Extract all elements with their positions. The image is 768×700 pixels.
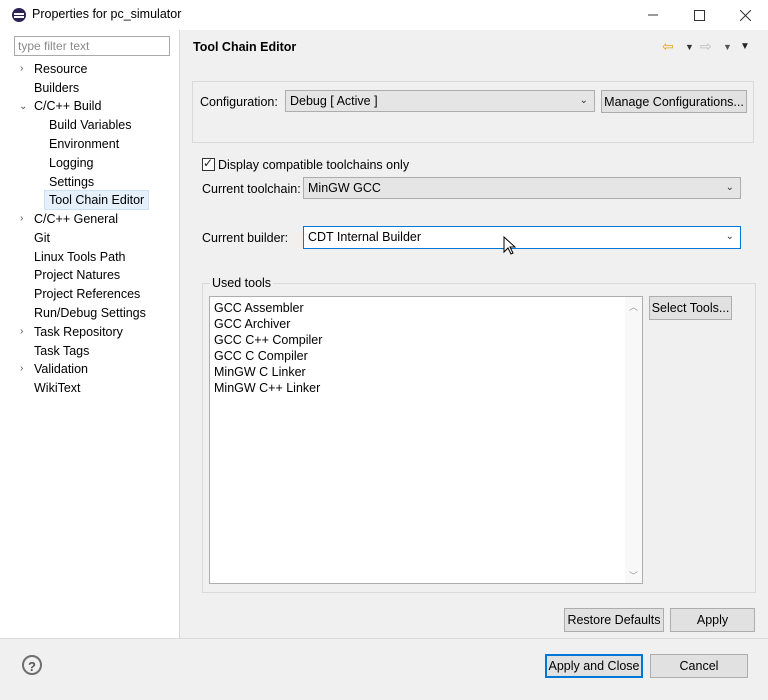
restore-defaults-button[interactable]: Restore Defaults [564, 608, 664, 632]
current-toolchain-select[interactable]: MinGW GCC ⌄ [303, 177, 741, 199]
current-toolchain-label: Current toolchain: [202, 182, 301, 196]
compatible-toolchains-checkbox[interactable] [202, 156, 215, 171]
dropdown-icon[interactable]: ▼ [723, 42, 732, 52]
list-item[interactable]: GCC Assembler [214, 300, 304, 316]
list-item[interactable]: MinGW C++ Linker [214, 380, 320, 396]
chevron-down-icon: ⌄ [579, 95, 588, 106]
apply-and-close-button[interactable]: Apply and Close [545, 654, 643, 678]
filter-input[interactable] [14, 36, 170, 56]
tree-item-validation[interactable]: Validation [34, 360, 88, 378]
page-title: Tool Chain Editor [193, 40, 297, 54]
select-tools-button[interactable]: Select Tools... [649, 296, 732, 320]
configuration-select[interactable]: Debug [ Active ] ⌄ [285, 90, 595, 112]
tree-item-builders[interactable]: Builders [34, 79, 79, 97]
tree-item-task-tags[interactable]: Task Tags [34, 342, 89, 360]
close-icon[interactable] [722, 0, 768, 30]
tree-item-project-references[interactable]: Project References [34, 285, 140, 303]
tree-item-environment[interactable]: Environment [49, 135, 119, 153]
window-title: Properties for pc_simulator [32, 7, 182, 21]
tree-item-task-repository[interactable]: Task Repository [34, 323, 123, 341]
tree-item-linux-tools-path[interactable]: Linux Tools Path [34, 248, 126, 266]
tree-item-project-natures[interactable]: Project Natures [34, 266, 120, 284]
tree-item-settings[interactable]: Settings [49, 173, 94, 191]
current-builder-select[interactable]: CDT Internal Builder ⌄ [303, 226, 741, 249]
tree-item-build-variables[interactable]: Build Variables [49, 116, 131, 134]
current-builder-label: Current builder: [202, 231, 289, 245]
tree-item-run-debug-settings[interactable]: Run/Debug Settings [34, 304, 146, 322]
configuration-label: Configuration: [200, 95, 278, 109]
configuration-value: Debug [ Active ] [290, 94, 378, 108]
current-builder-value: CDT Internal Builder [308, 230, 422, 244]
mouse-cursor-icon [503, 236, 517, 255]
view-menu-icon[interactable]: ▼ [740, 41, 750, 52]
tree-item-logging[interactable]: Logging [49, 154, 94, 172]
tree-item-cpp-build[interactable]: C/C++ Build [34, 97, 101, 115]
list-item[interactable]: GCC C++ Compiler [214, 332, 322, 348]
scroll-up-icon[interactable]: ︿ [629, 300, 638, 313]
eclipse-app-icon [12, 8, 26, 22]
current-toolchain-value: MinGW GCC [308, 181, 381, 195]
chevron-right-icon[interactable]: › [20, 364, 28, 374]
chevron-right-icon[interactable]: › [20, 327, 28, 337]
list-item[interactable]: GCC Archiver [214, 316, 290, 332]
used-tools-list[interactable]: GCC Assembler GCC Archiver GCC C++ Compi… [209, 296, 643, 584]
chevron-down-icon: ⌄ [725, 182, 734, 193]
dropdown-icon[interactable]: ▼ [685, 42, 694, 52]
help-icon[interactable]: ? [22, 655, 42, 675]
title-bar: Properties for pc_simulator [0, 0, 768, 30]
apply-button[interactable]: Apply [670, 608, 755, 632]
chevron-right-icon[interactable]: › [20, 214, 28, 224]
scroll-down-icon[interactable]: ﹀ [629, 569, 638, 582]
compatible-toolchains-label: Display compatible toolchains only [218, 158, 410, 172]
chevron-right-icon[interactable]: › [20, 64, 28, 74]
forward-arrow-icon: ⇨ [700, 38, 712, 54]
list-item[interactable]: GCC C Compiler [214, 348, 308, 364]
tools-list-scrollbar[interactable]: ︿ ﹀ [625, 297, 642, 583]
manage-configurations-button[interactable]: Manage Configurations... [601, 90, 747, 113]
minimize-icon[interactable] [630, 0, 676, 30]
chevron-down-icon[interactable]: ⌄ [19, 102, 27, 112]
back-arrow-icon[interactable]: ⇦ [662, 38, 674, 55]
tree-item-git[interactable]: Git [34, 229, 50, 247]
used-tools-label: Used tools [210, 276, 274, 290]
list-item[interactable]: MinGW C Linker [214, 364, 306, 380]
tree-item-tool-chain-editor[interactable]: Tool Chain Editor [43, 190, 150, 210]
tree-item-resource[interactable]: Resource [34, 60, 88, 78]
tree-item-wikitext[interactable]: WikiText [34, 379, 81, 397]
cancel-button[interactable]: Cancel [650, 654, 748, 678]
tree-item-cpp-general[interactable]: C/C++ General [34, 210, 118, 228]
maximize-icon[interactable] [676, 0, 722, 30]
chevron-down-icon: ⌄ [725, 231, 734, 242]
